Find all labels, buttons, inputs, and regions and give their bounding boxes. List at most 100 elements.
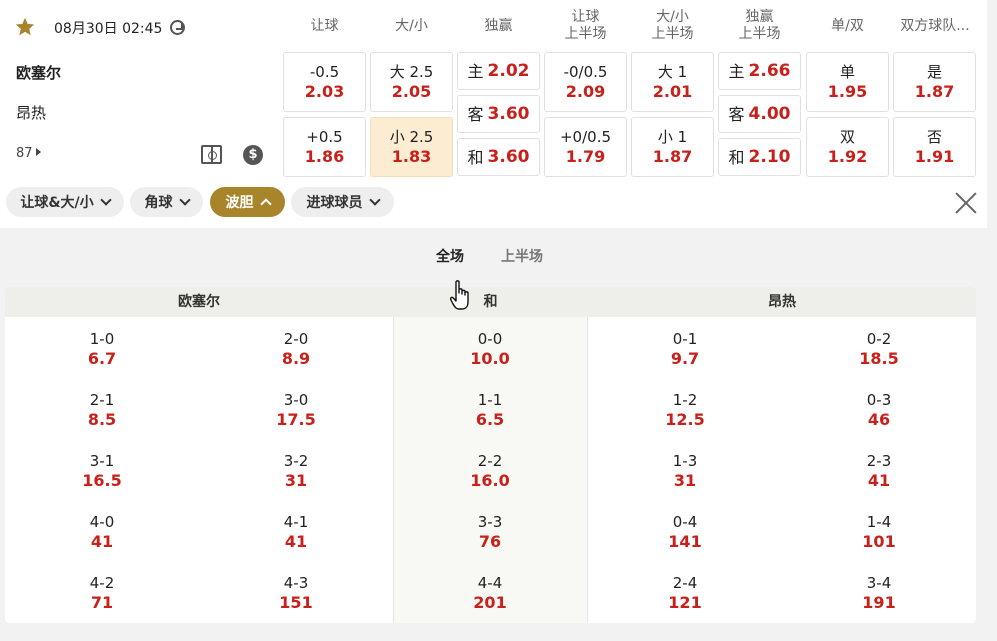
score-odds: 76 bbox=[478, 532, 502, 551]
correct-score-panel: 欧塞尔 和 昂热 1-0 6.7 2-0 8.9 0-0 10.0 0-1 9.7 0-2 18.… bbox=[5, 287, 976, 623]
field-icon[interactable] bbox=[201, 145, 222, 164]
odds-handicap-1h-home[interactable]: -0/0.5 2.09 bbox=[544, 52, 627, 112]
score-label: 2-2 bbox=[477, 452, 503, 470]
score-label: 4-4 bbox=[477, 574, 503, 592]
score-cell[interactable]: 2-4 121 bbox=[625, 574, 745, 612]
odds-moneyline-1h-draw[interactable]: 和 2.10 bbox=[718, 138, 801, 176]
score-cell[interactable]: 2-1 8.5 bbox=[42, 391, 162, 429]
score-cell[interactable]: 4-3 151 bbox=[236, 574, 356, 612]
score-cell[interactable]: 2-2 16.0 bbox=[430, 452, 550, 490]
col-header-handicap: 让球 bbox=[310, 17, 339, 34]
star-icon[interactable] bbox=[14, 16, 36, 38]
score-label: 4-0 bbox=[89, 513, 115, 531]
score-cell[interactable]: 1-2 12.5 bbox=[625, 391, 745, 429]
score-cell[interactable]: 3-4 191 bbox=[819, 574, 939, 612]
score-label: 1-2 bbox=[672, 391, 698, 409]
score-cell[interactable]: 1-0 6.7 bbox=[42, 330, 162, 368]
col-header-over-under-1h: 大/小 上半场 bbox=[651, 9, 694, 42]
score-odds: 41 bbox=[90, 532, 114, 551]
chip-handicap-ou[interactable]: 让球&大/小 bbox=[6, 187, 124, 217]
score-cell[interactable]: 1-4 101 bbox=[819, 513, 939, 551]
odds-handicap-home[interactable]: -0.5 2.03 bbox=[283, 52, 366, 112]
header-home: 欧塞尔 bbox=[178, 294, 220, 310]
score-label: 3-0 bbox=[283, 391, 309, 409]
odds-btts-yes[interactable]: 是 1.87 bbox=[893, 52, 976, 112]
score-cell[interactable]: 3-1 16.5 bbox=[42, 452, 162, 490]
score-cell[interactable]: 4-1 41 bbox=[236, 513, 356, 551]
score-cell[interactable]: 0-2 18.5 bbox=[819, 330, 939, 368]
score-odds: 71 bbox=[90, 593, 114, 612]
chevron-down-icon bbox=[99, 194, 112, 206]
score-label: 0-2 bbox=[866, 330, 892, 348]
odds-under[interactable]: 小 2.5 1.83 bbox=[370, 117, 453, 177]
odds-btts-no[interactable]: 否 1.91 bbox=[893, 117, 976, 177]
score-odds: 191 bbox=[862, 593, 896, 612]
chip-corners[interactable]: 角球 bbox=[130, 187, 203, 217]
score-label: 0-1 bbox=[672, 330, 698, 348]
odds-moneyline-1h-home[interactable]: 主 2.66 bbox=[718, 52, 801, 90]
col-header-moneyline-1h: 独赢 上半场 bbox=[738, 9, 781, 42]
match-header: 08月30日 02:45 欧塞尔 昂热 87 $ 让球 大/小 独赢 让球 上半… bbox=[0, 0, 987, 228]
score-label: 3-4 bbox=[866, 574, 892, 592]
score-odds: 31 bbox=[673, 471, 697, 490]
score-cell[interactable]: 4-0 41 bbox=[42, 513, 162, 551]
score-odds: 41 bbox=[867, 471, 891, 490]
odds-odd[interactable]: 单 1.95 bbox=[806, 52, 889, 112]
score-label: 2-4 bbox=[672, 574, 698, 592]
score-label: 2-3 bbox=[866, 452, 892, 470]
score-cell[interactable]: 0-4 141 bbox=[625, 513, 745, 551]
score-odds: 17.5 bbox=[276, 410, 316, 429]
score-label: 1-0 bbox=[89, 330, 115, 348]
score-odds: 6.5 bbox=[475, 410, 505, 429]
score-cell[interactable]: 3-2 31 bbox=[236, 452, 356, 490]
score-odds: 18.5 bbox=[859, 349, 899, 368]
score-odds: 6.7 bbox=[87, 349, 117, 368]
header-draw: 和 bbox=[483, 294, 498, 310]
score-cell[interactable]: 0-0 10.0 bbox=[430, 330, 550, 368]
tab-full-time[interactable]: 全场 bbox=[436, 246, 464, 266]
odds-even[interactable]: 双 1.92 bbox=[806, 117, 889, 177]
score-cell[interactable]: 2-0 8.9 bbox=[236, 330, 356, 368]
score-odds: 31 bbox=[284, 471, 308, 490]
score-label: 3-3 bbox=[477, 513, 503, 531]
col-header-odd-even: 单/双 bbox=[831, 17, 864, 34]
odds-handicap-away[interactable]: +0.5 1.86 bbox=[283, 117, 366, 177]
header-away: 昂热 bbox=[768, 294, 796, 310]
odds-moneyline-away[interactable]: 客 3.60 bbox=[457, 95, 540, 133]
score-cell[interactable]: 3-0 17.5 bbox=[236, 391, 356, 429]
score-odds: 201 bbox=[473, 593, 507, 612]
score-cell[interactable]: 0-1 9.7 bbox=[625, 330, 745, 368]
chip-correct-score[interactable]: 波胆 bbox=[210, 187, 285, 217]
odds-moneyline-draw[interactable]: 和 3.60 bbox=[457, 138, 540, 176]
score-cell[interactable]: 4-2 71 bbox=[42, 574, 162, 612]
score-label: 1-3 bbox=[672, 452, 698, 470]
odds-over[interactable]: 大 2.5 2.05 bbox=[370, 52, 453, 112]
score-cell[interactable]: 1-3 31 bbox=[625, 452, 745, 490]
col-header-moneyline: 独赢 bbox=[484, 17, 513, 34]
odds-moneyline-1h-away[interactable]: 客 4.00 bbox=[718, 95, 801, 133]
chevron-up-icon bbox=[259, 198, 272, 210]
score-label: 3-1 bbox=[89, 452, 115, 470]
score-cell[interactable]: 3-3 76 bbox=[430, 513, 550, 551]
odds-over-1h[interactable]: 大 1 2.01 bbox=[631, 52, 714, 112]
more-markets-link[interactable]: 87 bbox=[16, 146, 41, 161]
chevron-down-icon bbox=[178, 194, 191, 206]
chip-goalscorers[interactable]: 进球球员 bbox=[291, 187, 394, 217]
score-label: 0-0 bbox=[477, 330, 503, 348]
score-odds: 16.0 bbox=[470, 471, 510, 490]
close-icon[interactable] bbox=[954, 191, 978, 215]
score-cell[interactable]: 2-3 41 bbox=[819, 452, 939, 490]
chevron-down-icon bbox=[368, 194, 381, 206]
tab-first-half[interactable]: 上半场 bbox=[501, 246, 543, 266]
odds-handicap-1h-away[interactable]: +0/0.5 1.79 bbox=[544, 117, 627, 177]
odds-moneyline-home[interactable]: 主 2.02 bbox=[457, 52, 540, 90]
score-label: 2-0 bbox=[283, 330, 309, 348]
score-cell[interactable]: 0-3 46 bbox=[819, 391, 939, 429]
score-cell[interactable]: 4-4 201 bbox=[430, 574, 550, 612]
score-odds: 16.5 bbox=[82, 471, 122, 490]
score-cell[interactable]: 1-1 6.5 bbox=[430, 391, 550, 429]
odds-under-1h[interactable]: 小 1 1.87 bbox=[631, 117, 714, 177]
away-team-name: 昂热 bbox=[16, 104, 47, 122]
clock-icon bbox=[170, 20, 185, 35]
dollar-icon[interactable]: $ bbox=[243, 145, 263, 165]
